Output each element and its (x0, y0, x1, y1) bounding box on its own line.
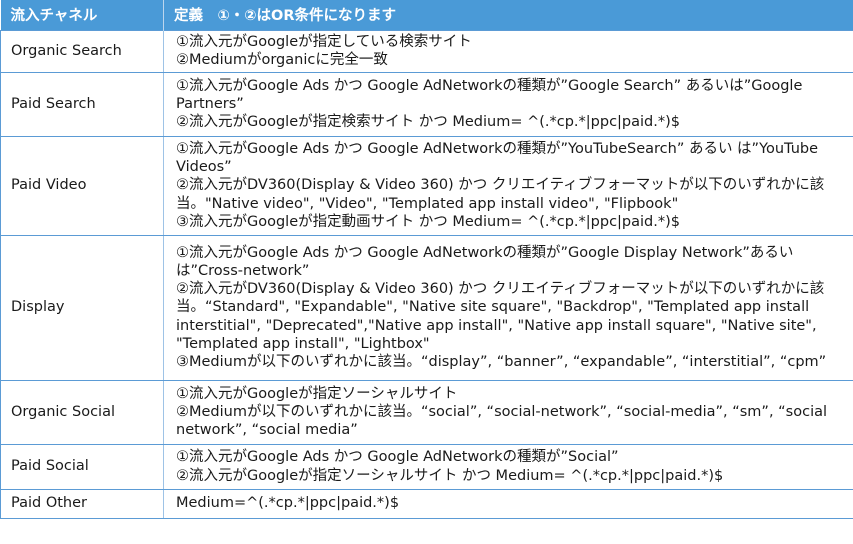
definition-line: ①流入元がGoogle Ads かつ Google AdNetworkの種類が”… (176, 244, 794, 279)
table-row: Organic Social ①流入元がGoogleが指定ソーシャルサイト ②M… (0, 379, 853, 445)
channel-cell: Paid Search (0, 71, 164, 137)
definition-cell: ①流入元がGoogle Ads かつ Google AdNetworkの種類が”… (163, 135, 853, 236)
definition-cell: ①流入元がGoogle Ads かつ Google AdNetworkの種類が”… (163, 443, 853, 490)
channel-definition-table: 流入チャネル 定義 ①・②はOR条件になります Organic Search ①… (0, 0, 853, 519)
definition-line: ②流入元がGoogleが指定ソーシャルサイト かつ Medium= ^(.*cp… (176, 467, 724, 484)
channel-cell: Organic Social (0, 379, 164, 445)
definition-line: ①流入元がGoogle Ads かつ Google AdNetworkの種類が”… (176, 77, 803, 112)
definition-line: ②Mediumが以下のいずれかに該当。“social”, “social-net… (176, 403, 828, 439)
table-row: Paid Video ①流入元がGoogle Ads かつ Google AdN… (0, 135, 853, 236)
definition-line: ②流入元がGoogleが指定検索サイト かつ Medium= ^(.*cp.*|… (176, 114, 681, 131)
header-definition: 定義 ①・②はOR条件になります (163, 0, 853, 30)
definition-line: ②Mediumがorganicに完全一致 (176, 52, 388, 68)
definition-line: ③Mediumが以下のいずれかに該当。“display”, “banner”, … (176, 354, 827, 370)
table-header-row: 流入チャネル 定義 ①・②はOR条件になります (0, 0, 853, 30)
definition-line: ②流入元がDV360(Display & Video 360) かつ クリエイテ… (176, 281, 825, 352)
channel-cell: Paid Social (0, 443, 164, 490)
table-row: Paid Search ①流入元がGoogle Ads かつ Google Ad… (0, 71, 853, 137)
definition-line: ②流入元がDV360(Display & Video 360) かつ クリエイテ… (176, 177, 825, 212)
channel-cell: Organic Search (0, 29, 164, 73)
definition-cell: ①流入元がGoogleが指定している検索サイト ②Mediumがorganicに… (163, 29, 853, 73)
definition-cell: ①流入元がGoogle Ads かつ Google AdNetworkの種類が”… (163, 234, 853, 381)
definition-line: ①流入元がGoogleが指定ソーシャルサイト (176, 385, 458, 402)
definition-line: ①流入元がGoogleが指定している検索サイト (176, 33, 472, 50)
definition-cell: ①流入元がGoogle Ads かつ Google AdNetworkの種類が”… (163, 71, 853, 137)
channel-cell: Paid Other (0, 488, 164, 519)
definition-line: Medium=^(.*cp.*|ppc|paid.*)$ (176, 495, 400, 512)
table-row: Display ①流入元がGoogle Ads かつ Google AdNetw… (0, 234, 853, 381)
definition-cell: Medium=^(.*cp.*|ppc|paid.*)$ (163, 488, 853, 519)
table-row: Paid Social ①流入元がGoogle Ads かつ Google Ad… (0, 443, 853, 490)
definition-line: ①流入元がGoogle Ads かつ Google AdNetworkの種類が”… (176, 449, 619, 466)
definition-line: ③流入元がGoogleが指定動画サイト かつ Medium= ^(.*cp.*|… (176, 213, 681, 230)
table-row: Organic Search ①流入元がGoogleが指定している検索サイト ②… (0, 29, 853, 73)
channel-cell: Display (0, 234, 164, 381)
table-row: Paid Other Medium=^(.*cp.*|ppc|paid.*)$ (0, 488, 853, 519)
definition-line: ①流入元がGoogle Ads かつ Google AdNetworkの種類が”… (176, 140, 819, 176)
header-channel: 流入チャネル (0, 0, 164, 30)
channel-cell: Paid Video (0, 135, 164, 236)
definition-cell: ①流入元がGoogleが指定ソーシャルサイト ②Mediumが以下のいずれかに該… (163, 379, 853, 445)
